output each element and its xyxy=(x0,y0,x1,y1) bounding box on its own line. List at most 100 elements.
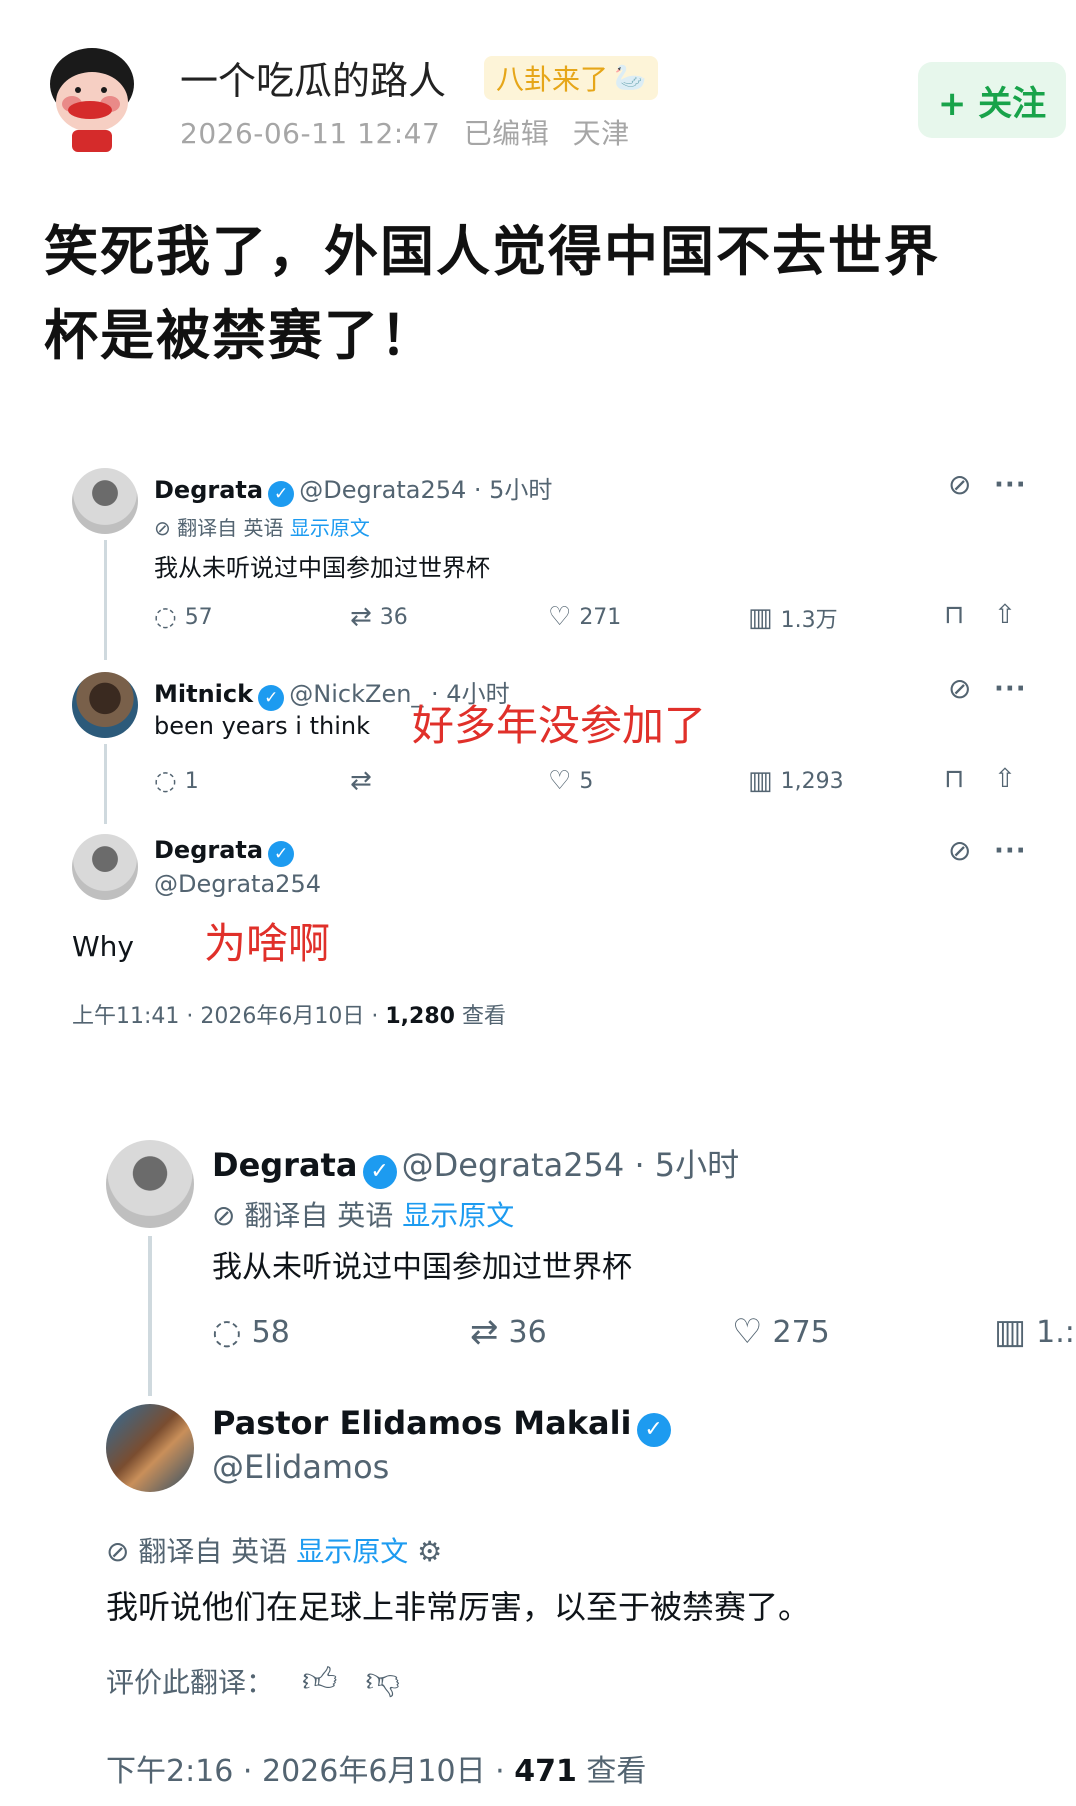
translation-note: ⊘ 翻译自 英语 显示原文 xyxy=(154,512,370,541)
show-original-link[interactable]: 显示原文 xyxy=(402,1199,514,1232)
headline-line-1: 笑死我了，外国人觉得中国不去世界 xyxy=(44,220,940,283)
verified-icon: ✓ xyxy=(268,480,295,507)
heart-icon: ♡ xyxy=(732,1312,763,1352)
verified-icon: ✓ xyxy=(362,1154,397,1189)
grok-icon[interactable]: ⊘ xyxy=(948,834,971,867)
handle[interactable]: @Degrata254 · 5小时 xyxy=(402,1146,740,1184)
translated-from: 翻译自 英语 xyxy=(177,516,284,540)
bar-chart-icon: ▥ xyxy=(748,766,773,796)
display-name[interactable]: Degrata xyxy=(154,836,263,864)
handle[interactable]: @Degrata254 · 5小时 xyxy=(299,476,552,504)
like-button[interactable]: ♡ 271 xyxy=(548,602,621,632)
goose-icon: 🦢 xyxy=(614,63,647,93)
tweet-header: Pastor Elidamos Makali ✓ xyxy=(212,1404,671,1447)
display-name[interactable]: Degrata xyxy=(154,476,263,504)
more-icon[interactable]: ··· xyxy=(994,674,1027,704)
author-name[interactable]: 一个吃瓜的路人 xyxy=(180,50,446,105)
tweet-text: been years i think xyxy=(154,712,370,740)
bookmark-icon[interactable]: ⊓ xyxy=(944,600,964,630)
tweet-text: 我听说他们在足球上非常厉害，以至于被禁赛了。 xyxy=(106,1588,811,1626)
more-icon[interactable]: ··· xyxy=(994,836,1027,866)
display-name[interactable]: Pastor Elidamos Makali xyxy=(212,1404,632,1442)
retweet-icon: ⇄ xyxy=(350,602,372,632)
reply-icon: ◌ xyxy=(212,1312,242,1352)
views-button[interactable]: ▥ 1.3万 xyxy=(748,602,838,634)
reply-icon: ◌ xyxy=(154,602,177,632)
reply-icon: ◌ xyxy=(154,766,177,796)
retweet-icon: ⇄ xyxy=(470,1312,499,1352)
post-headline: 笑死我了，外国人觉得中国不去世界 杯是被禁赛了！ xyxy=(44,210,1044,378)
retweet-button[interactable]: ⇄ 36 xyxy=(350,602,408,632)
tweet-timestamp: 上午11:41 · 2026年6月10日 · 1,280 查看 xyxy=(72,1004,506,1029)
grok-icon: ⊘ xyxy=(154,516,171,540)
tweet-text: Why xyxy=(72,930,135,963)
topic-tag-label: 八卦来了 xyxy=(496,63,609,96)
thumbs-up-icon[interactable]: 👍︎ xyxy=(302,1660,338,1701)
grok-icon: ⊘ xyxy=(106,1535,130,1568)
tweet-text: 我从未听说过中国参加过世界杯 xyxy=(154,554,490,582)
bar-chart-icon: ▥ xyxy=(994,1312,1027,1352)
gear-icon[interactable]: ⚙ xyxy=(417,1535,442,1568)
display-name[interactable]: Degrata xyxy=(212,1146,357,1184)
handle[interactable]: @Degrata254 xyxy=(154,870,321,898)
views-label: 查看 xyxy=(461,1004,506,1029)
translated-from: 翻译自 英语 xyxy=(244,1199,394,1232)
display-name[interactable]: Mitnick xyxy=(154,680,253,708)
tweet-header: Degrata ✓ xyxy=(154,836,295,867)
views-label: 查看 xyxy=(586,1754,647,1789)
topic-tag[interactable]: 八卦来了 🦢 xyxy=(484,56,659,100)
thumbs-down-icon[interactable]: 👎︎ xyxy=(366,1660,401,1701)
show-original-link[interactable]: 显示原文 xyxy=(290,516,370,540)
annotation-note: 好多年没参加了 xyxy=(412,701,707,750)
translation-note: ⊘ 翻译自 英语 显示原文 xyxy=(212,1194,514,1234)
share-icon[interactable]: ⇧ xyxy=(994,764,1016,794)
views-button[interactable]: ▥ 1,293 xyxy=(748,766,844,796)
grok-icon[interactable]: ⊘ xyxy=(948,672,971,705)
translated-from: 翻译自 英语 xyxy=(138,1535,288,1568)
tweet-header: Degrata ✓ @Degrata254 · 5小时 xyxy=(212,1140,739,1189)
bookmark-icon[interactable]: ⊓ xyxy=(944,764,964,794)
bar-chart-icon: ▥ xyxy=(748,603,773,633)
headline-line-2: 杯是被禁赛了！ xyxy=(44,304,436,367)
verified-icon: ✓ xyxy=(636,1412,671,1447)
avatar[interactable] xyxy=(72,834,138,900)
edited-label: 已编辑 xyxy=(463,117,550,150)
thread-line xyxy=(104,540,107,660)
post-location: 天津 xyxy=(572,117,630,150)
tweet-header: Degrata ✓ @Degrata254 · 5小时 xyxy=(154,470,552,507)
retweet-button[interactable]: ⇄ 36 xyxy=(470,1312,547,1352)
retweet-icon: ⇄ xyxy=(350,766,372,796)
reply-button[interactable]: ◌ 1 xyxy=(154,766,199,796)
handle[interactable]: @Elidamos xyxy=(212,1448,389,1486)
avatar[interactable] xyxy=(72,672,138,738)
avatar[interactable] xyxy=(106,1140,194,1228)
translation-note: ⊘ 翻译自 英语 显示原文 ⚙ xyxy=(106,1530,442,1570)
tweet-timestamp: 下午2:16 · 2026年6月10日 · 471 查看 xyxy=(106,1754,647,1789)
rate-translation: 评价此翻译： 👍︎ 👎︎ xyxy=(106,1660,400,1701)
avatar[interactable] xyxy=(72,468,138,534)
grok-icon[interactable]: ⊘ xyxy=(948,468,971,501)
post-meta: 2026-06-11 12:47 已编辑 天津 xyxy=(180,112,644,152)
like-button[interactable]: ♡ 275 xyxy=(732,1312,830,1352)
views-button[interactable]: ▥ 1.: xyxy=(994,1312,1075,1352)
annotation-note: 为啥啊 xyxy=(204,919,331,968)
views-count: 1,280 xyxy=(385,1004,455,1029)
heart-icon: ♡ xyxy=(548,602,572,632)
thread-line xyxy=(104,744,107,824)
heart-icon: ♡ xyxy=(548,766,572,796)
author-avatar[interactable] xyxy=(46,44,138,156)
share-icon[interactable]: ⇧ xyxy=(994,600,1016,630)
reply-button[interactable]: ◌ 57 xyxy=(154,602,213,632)
verified-icon: ✓ xyxy=(268,840,295,867)
reply-button[interactable]: ◌ 58 xyxy=(212,1312,290,1352)
like-button[interactable]: ♡ 5 xyxy=(548,766,593,796)
rate-label: 评价此翻译： xyxy=(106,1665,275,1699)
show-original-link[interactable]: 显示原文 xyxy=(296,1535,408,1568)
retweet-button[interactable]: ⇄ xyxy=(350,766,380,796)
post-date: 2026-06-11 12:47 xyxy=(180,117,441,150)
follow-button[interactable]: + 关注 xyxy=(918,62,1066,138)
tweet-text: 我从未听说过中国参加过世界杯 xyxy=(212,1250,632,1285)
more-icon[interactable]: ··· xyxy=(994,470,1027,500)
thread-line xyxy=(148,1236,152,1396)
avatar[interactable] xyxy=(106,1404,194,1492)
